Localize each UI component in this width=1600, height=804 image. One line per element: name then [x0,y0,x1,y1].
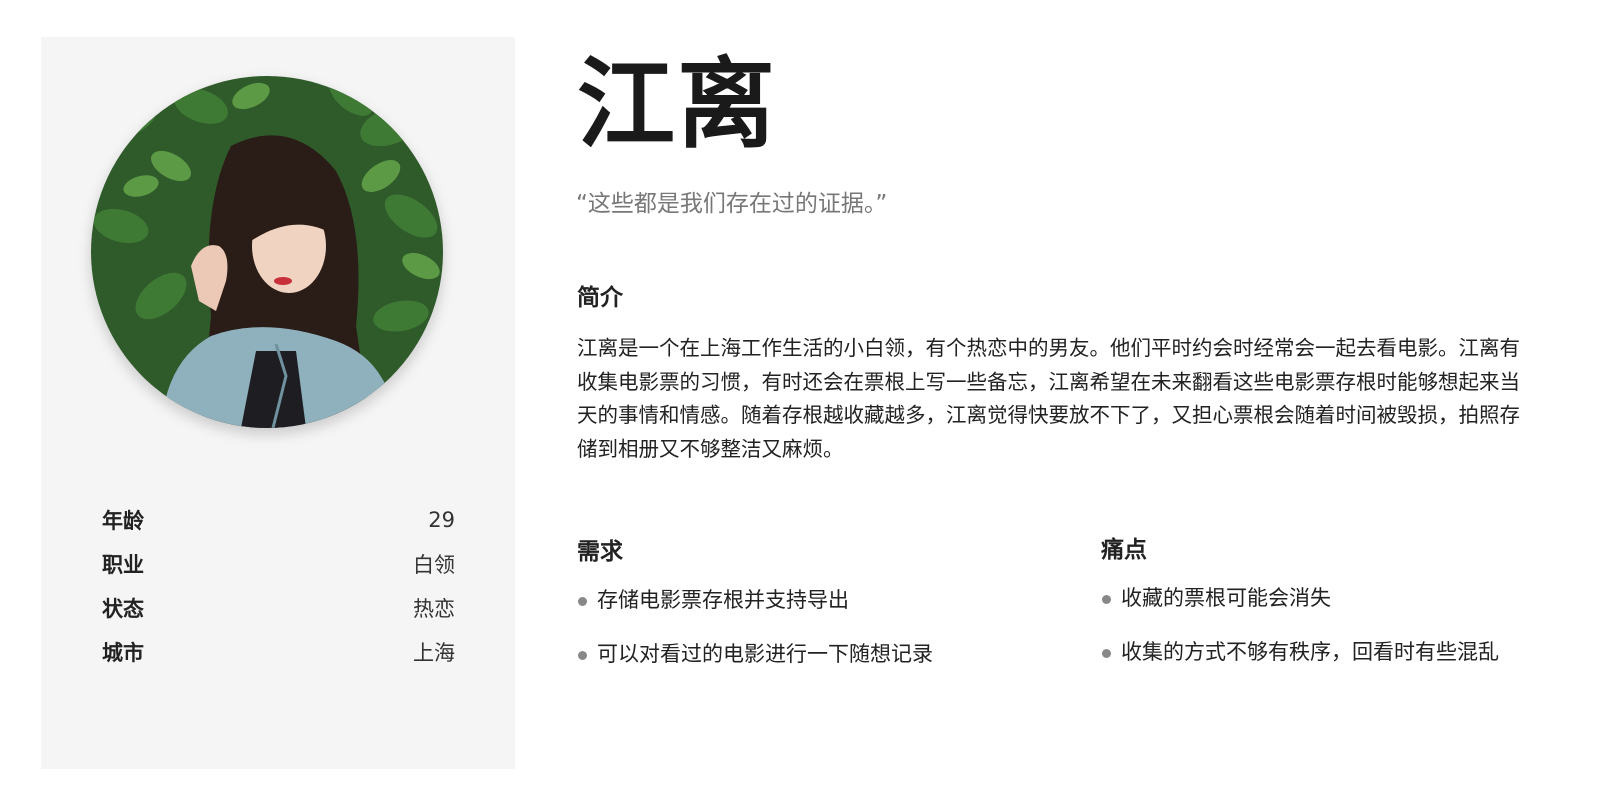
avatar-photo [91,76,443,428]
pain-list: 收藏的票根可能会消失 收集的方式不够有秩序，回看时有些混乱 [1101,582,1499,690]
status-label: 状态 [102,597,144,621]
profile-card: 年龄 29 职业 白领 状态 热恋 城市 上海 [41,37,515,769]
intro-text: 江离是一个在上海工作生活的小白领，有个热恋中的男友。他们平时约会时经常会一起去看… [577,336,1520,461]
list-item: 可以对看过的电影进行一下随想记录 [577,638,933,692]
city-label: 城市 [102,641,144,665]
info-row-city: 城市 上海 [102,630,455,674]
needs-title: 需求 [577,539,623,565]
persona-quote: “这些都是我们存在过的证据。” [576,191,888,217]
info-list: 年龄 29 职业 白领 状态 热恋 城市 上海 [102,498,455,674]
age-label: 年龄 [102,509,144,533]
needs-list: 存储电影票存根并支持导出 可以对看过的电影进行一下随想记录 [577,584,933,692]
info-row-age: 年龄 29 [102,498,455,542]
pain-title: 痛点 [1101,537,1147,563]
city-value: 上海 [413,641,455,665]
list-item: 收集的方式不够有秩序，回看时有些混乱 [1101,636,1499,690]
persona-name: 江离 [577,48,778,162]
occupation-value: 白领 [413,553,455,577]
info-row-occupation: 职业 白领 [102,542,455,586]
list-item: 存储电影票存根并支持导出 [577,584,933,638]
age-value: 29 [428,508,455,532]
list-item: 收藏的票根可能会消失 [1101,582,1499,636]
intro-title: 简介 [577,285,623,311]
avatar [91,76,443,428]
status-value: 热恋 [413,597,455,621]
occupation-label: 职业 [102,553,144,577]
info-row-status: 状态 热恋 [102,586,455,630]
